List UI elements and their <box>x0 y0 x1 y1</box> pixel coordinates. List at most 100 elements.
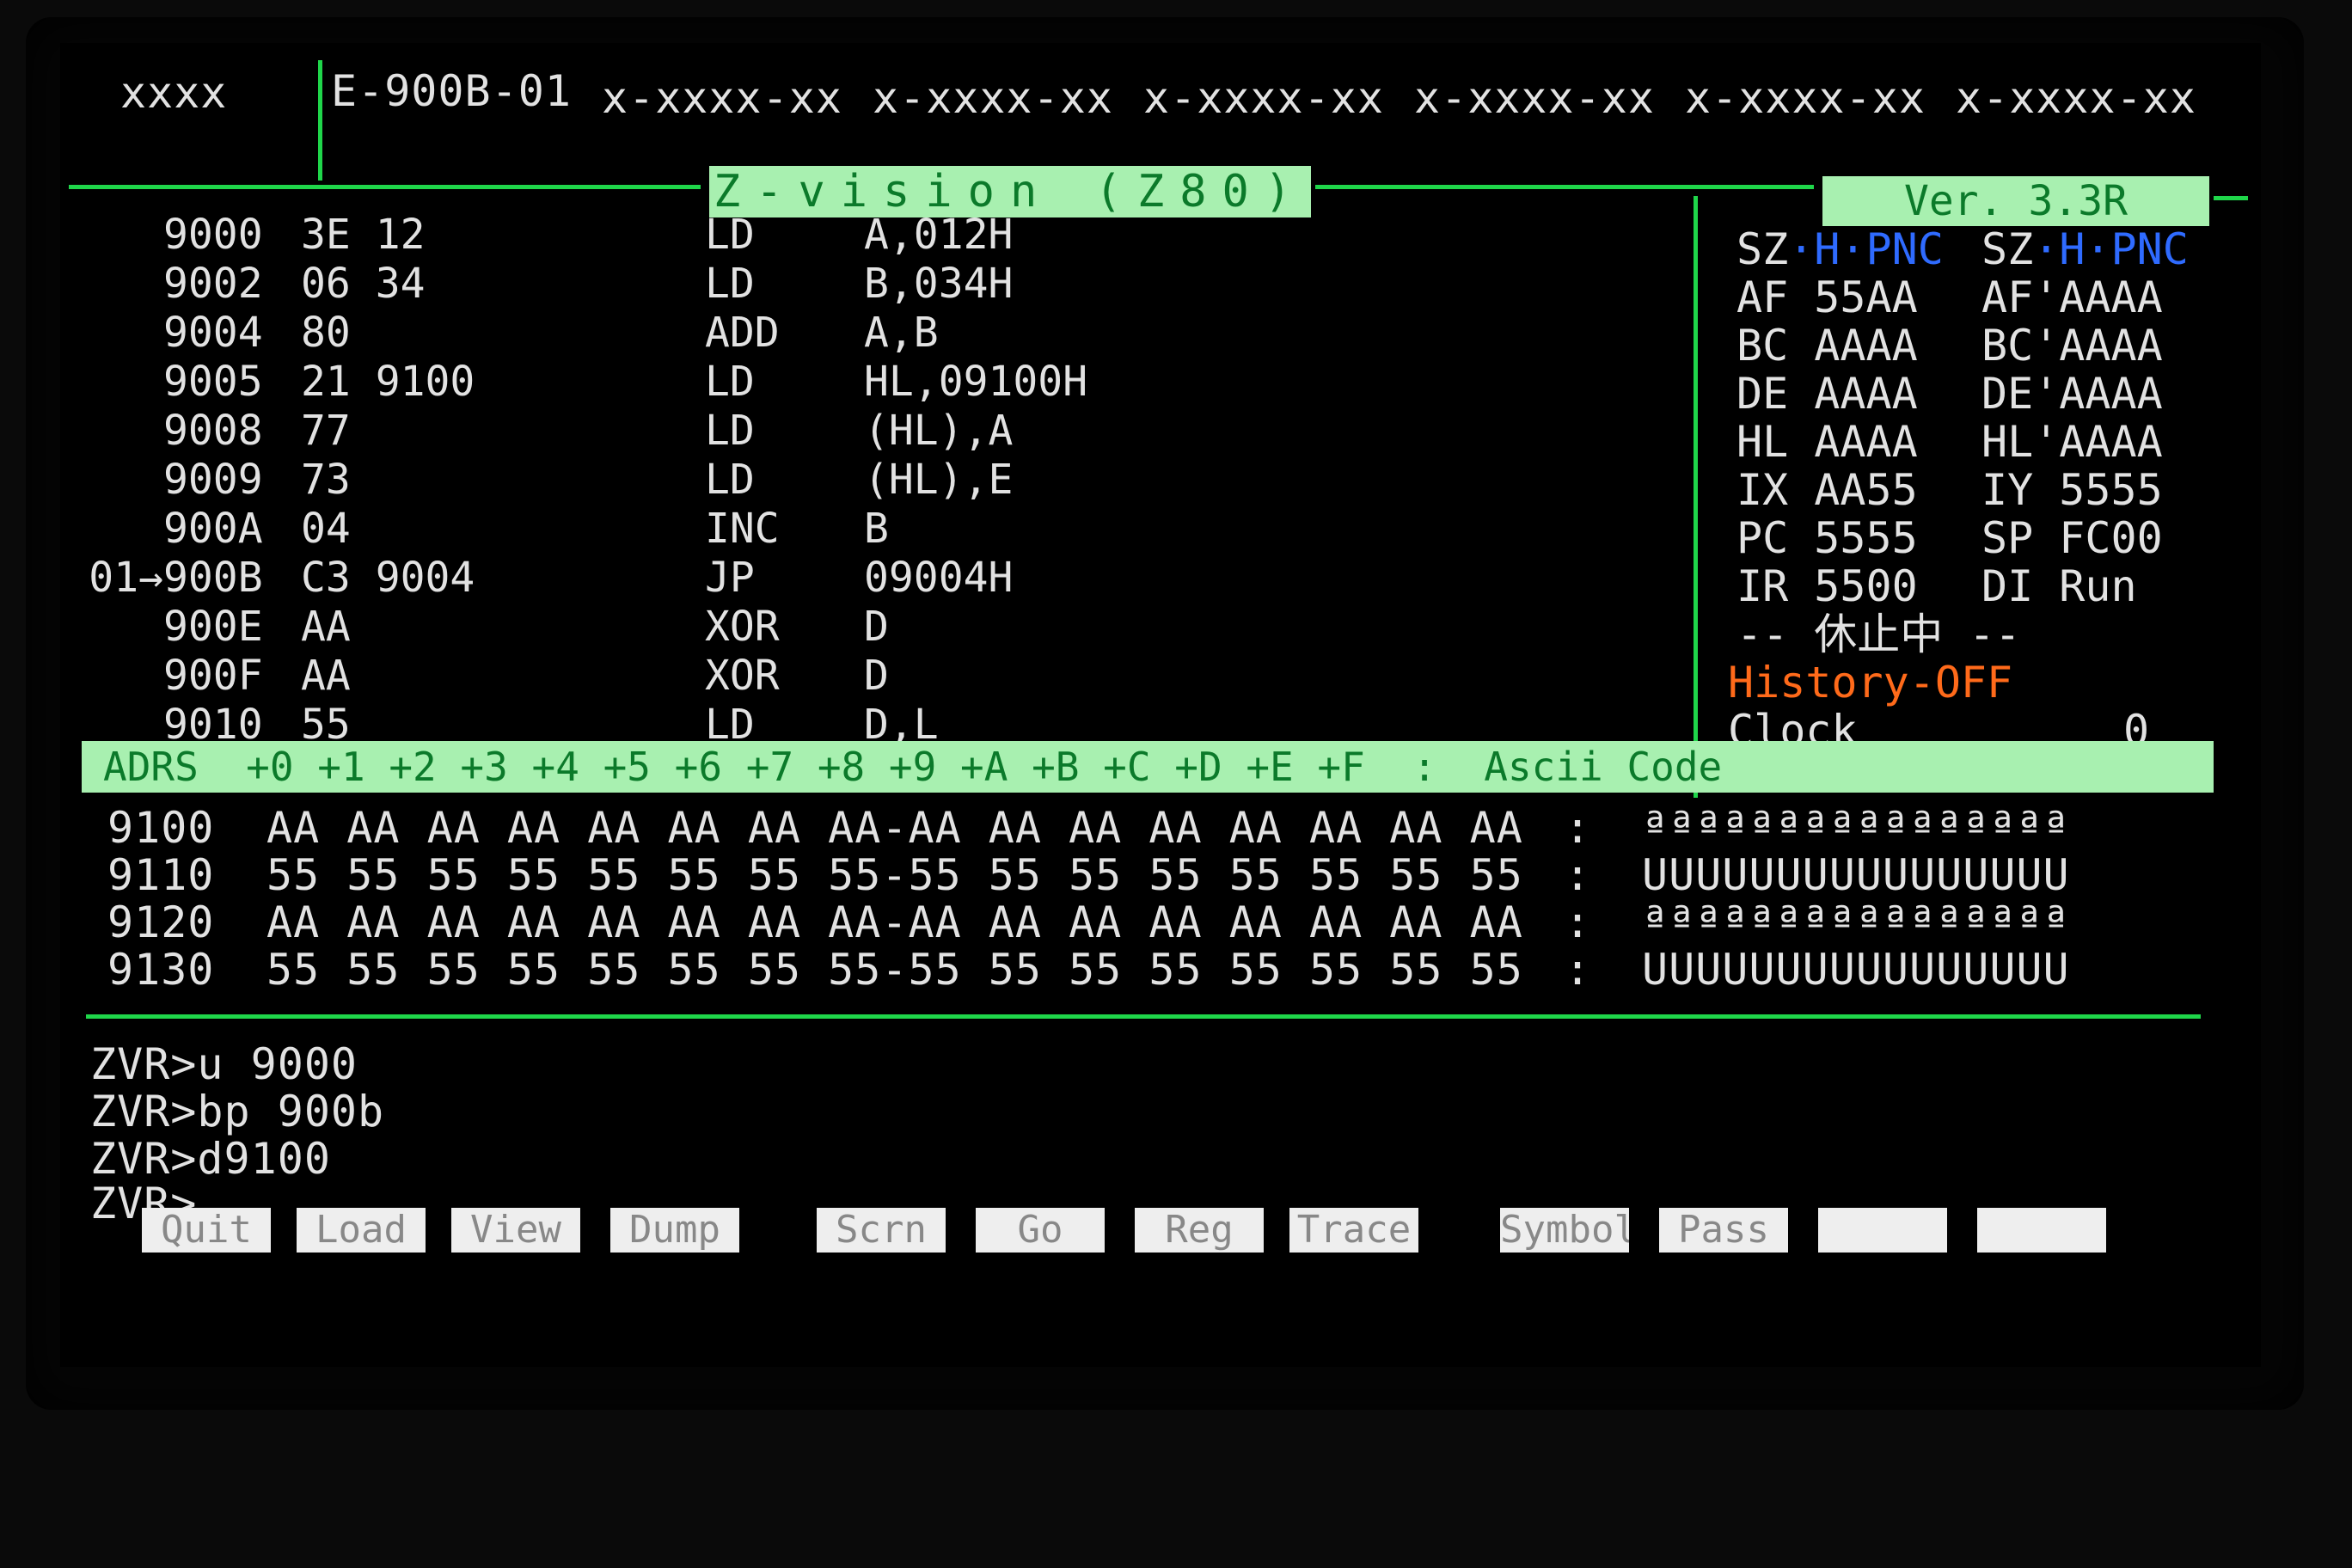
disasm-row[interactable]: 900F AA XOR D <box>77 652 1668 700</box>
register-hl[interactable]: HL AAAA <box>1736 418 1918 466</box>
fkey-reg[interactable]: Reg <box>1135 1208 1264 1253</box>
header-model: E-900B-01 <box>331 66 572 116</box>
flags-header-alt: SZ·H·PNC <box>1981 225 2189 273</box>
fkey-pass[interactable]: Pass <box>1659 1208 1788 1253</box>
flags-sz-alt: SZ <box>1981 224 2034 274</box>
disasm-row[interactable]: 900A 04 INC B <box>77 505 1668 553</box>
dump-row-separator: : <box>1565 945 1592 995</box>
dump-row-ascii: ªªªªªªªªªªªªªªªª <box>1642 897 2070 947</box>
dump-header-text: ADRS +0 +1 +2 +3 +4 +5 +6 +7 +8 +9 +A +B… <box>103 744 1723 790</box>
disasm-bytes: C3 9004 <box>301 554 475 602</box>
header-field-4: x-xxxx-xx <box>1414 73 1655 123</box>
disasm-operand: B <box>864 505 889 553</box>
disasm-bytes: AA <box>301 652 351 700</box>
register-bc[interactable]: BC AAAA <box>1736 322 1918 370</box>
disasm-operand: HL,09100H <box>864 358 1088 406</box>
disasm-address: 9002 <box>163 260 263 308</box>
disasm-bytes: AA <box>301 603 351 651</box>
disasm-address: 9004 <box>163 309 263 357</box>
fkey-trace[interactable]: Trace <box>1289 1208 1418 1253</box>
register-hl-alt[interactable]: HL'AAAA <box>1981 418 2163 466</box>
flags-hpnc-alt: ·H·PNC <box>2033 224 2189 274</box>
dump-row-hex[interactable]: 55 55 55 55 55 55 55 55-55 55 55 55 55 5… <box>266 946 1523 994</box>
disasm-address: 900F <box>163 652 263 700</box>
disasm-row[interactable]: 9000 3E 12 LD A,012H <box>77 211 1668 259</box>
fkey-go[interactable]: Go <box>976 1208 1105 1253</box>
fkey-blank-12[interactable] <box>1977 1208 2106 1253</box>
disasm-bytes: 73 <box>301 456 351 504</box>
version-label: Ver. 3.3R <box>1822 176 2209 226</box>
disasm-operand: 09004H <box>864 554 1014 602</box>
header-field-5: x-xxxx-xx <box>1685 73 1926 123</box>
fkey-dump[interactable]: Dump <box>610 1208 739 1253</box>
dump-row-address: 9120 <box>107 897 215 947</box>
disasm-address: 9000 <box>163 211 263 259</box>
console-line: ZVR>bp 900b <box>90 1087 385 1136</box>
fkey-blank-11[interactable] <box>1818 1208 1947 1253</box>
title-rule-right <box>1315 185 1814 189</box>
disasm-operand: D <box>864 603 889 651</box>
dump-row-address: 9110 <box>107 850 215 900</box>
register-bc-alt[interactable]: BC'AAAA <box>1981 322 2163 370</box>
disasm-opcode: LD <box>705 456 755 504</box>
register-sp[interactable]: SP FC00 <box>1981 514 2163 562</box>
cpu-state: DI Run <box>1981 561 2137 611</box>
flags-hpnc: ·H·PNC <box>1788 224 1944 274</box>
dump-row-ascii: UUUUUUUUUUUUUUUU <box>1642 850 2070 900</box>
dump-header-bar: ADRS +0 +1 +2 +3 +4 +5 +6 +7 +8 +9 +A +B… <box>82 741 2214 793</box>
disasm-row[interactable]: 9005 21 9100 LD HL,09100H <box>77 358 1668 406</box>
register-af[interactable]: AF 55AA <box>1736 273 1918 322</box>
disasm-operand: A,B <box>864 309 939 357</box>
disasm-row[interactable]: 900E AA XOR D <box>77 603 1668 651</box>
register-pc[interactable]: PC 5555 <box>1736 514 1918 562</box>
disasm-opcode: LD <box>705 260 755 308</box>
dump-row-hex[interactable]: AA AA AA AA AA AA AA AA-AA AA AA AA AA A… <box>266 898 1523 946</box>
register-ix[interactable]: IX AA55 <box>1736 466 1918 514</box>
fkey-symbol[interactable]: Symbol <box>1500 1208 1629 1253</box>
title-rule-left <box>69 185 701 189</box>
fkey-scrn[interactable]: Scrn <box>817 1208 946 1253</box>
dump-row-separator: : <box>1565 897 1592 947</box>
disasm-opcode: XOR <box>705 652 780 700</box>
header-field-2: x-xxxx-xx <box>873 73 1113 123</box>
history-status: History-OFF <box>1728 658 2013 707</box>
disasm-bytes: 80 <box>301 309 351 357</box>
disasm-row[interactable]: 9008 77 LD (HL),A <box>77 407 1668 455</box>
disasm-operand: D <box>864 652 889 700</box>
disasm-bytes: 06 34 <box>301 260 426 308</box>
register-de[interactable]: DE AAAA <box>1736 370 1918 418</box>
disasm-row[interactable]: 9009 73 LD (HL),E <box>77 456 1668 504</box>
disasm-bytes: 21 9100 <box>301 358 475 406</box>
disasm-operand: (HL),E <box>864 456 1014 504</box>
console-line: ZVR>d9100 <box>90 1134 331 1184</box>
disasm-opcode: XOR <box>705 603 780 651</box>
header-left: xxxx <box>120 68 228 118</box>
fkey-view[interactable]: View <box>451 1208 580 1253</box>
disasm-opcode: ADD <box>705 309 780 357</box>
disasm-opcode: LD <box>705 358 755 406</box>
dump-row-hex[interactable]: 55 55 55 55 55 55 55 55-55 55 55 55 55 5… <box>266 851 1523 899</box>
disasm-row[interactable]: 01→ 900B C3 9004 JP 09004H <box>77 554 1668 602</box>
disasm-opcode: JP <box>705 554 755 602</box>
fkey-load[interactable]: Load <box>297 1208 426 1253</box>
dump-row-ascii: UUUUUUUUUUUUUUUU <box>1642 945 2070 995</box>
dump-row-hex[interactable]: AA AA AA AA AA AA AA AA-AA AA AA AA AA A… <box>266 804 1523 852</box>
disasm-opcode: LD <box>705 407 755 455</box>
disasm-address: 9009 <box>163 456 263 504</box>
disasm-address: 900E <box>163 603 263 651</box>
register-pane-divider <box>1694 196 1698 798</box>
dump-row-address: 9100 <box>107 803 215 853</box>
disasm-row[interactable]: 9002 06 34 LD B,034H <box>77 260 1668 308</box>
disasm-row[interactable]: 9004 80 ADD A,B <box>77 309 1668 357</box>
register-af-alt[interactable]: AF'AAAA <box>1981 273 2163 322</box>
dump-row-ascii: ªªªªªªªªªªªªªªªª <box>1642 803 2070 853</box>
dump-row-separator: : <box>1565 803 1592 853</box>
register-de-alt[interactable]: DE'AAAA <box>1981 370 2163 418</box>
fkey-quit[interactable]: Quit <box>142 1208 271 1253</box>
dump-bottom-rule <box>86 1014 2201 1019</box>
register-ir[interactable]: IR 5500 <box>1736 562 1918 610</box>
register-iy[interactable]: IY 5555 <box>1981 466 2163 514</box>
disasm-bytes: 04 <box>301 505 351 553</box>
disasm-opcode: LD <box>705 211 755 259</box>
disasm-address: 900B <box>163 554 263 602</box>
